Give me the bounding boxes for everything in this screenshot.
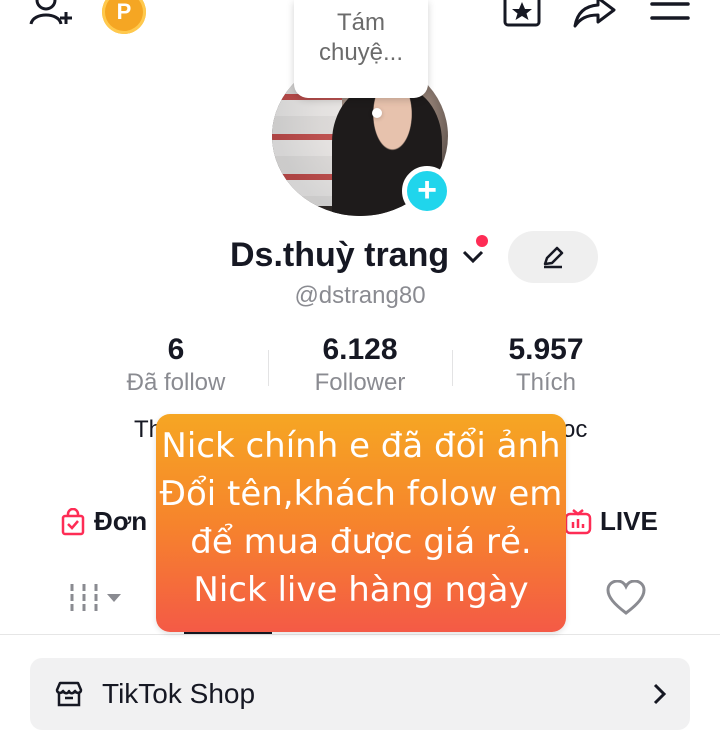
notification-dot (476, 235, 488, 247)
pencil-icon (543, 246, 564, 269)
stat-followers[interactable]: 6.128 Follower (270, 332, 450, 398)
stat-followers-value: 6.128 (322, 333, 398, 366)
edit-profile-button[interactable] (508, 231, 598, 283)
person-plus-icon[interactable] (28, 0, 76, 30)
stat-following-label: Đã follow (126, 369, 226, 396)
note-bubble[interactable]: Tám chuyệ... (294, 0, 428, 98)
share-arrow-icon[interactable] (572, 0, 618, 28)
note-bubble-line-1: Tám (337, 9, 385, 36)
caption-overlay-text: Nick chính e đã đổi ảnh Đổi tên,khách fo… (156, 422, 566, 614)
heart-icon (606, 579, 646, 615)
note-bubble-tail (372, 108, 382, 118)
tiktok-shop-label: TikTok Shop (102, 678, 256, 709)
stat-divider (268, 350, 269, 386)
live-label: LIVE (600, 506, 658, 536)
stat-following-value: 6 (167, 333, 185, 366)
stat-followers-label: Follower (314, 369, 406, 396)
hamburger-menu-icon[interactable] (650, 0, 690, 24)
tab-liked[interactable] (606, 579, 646, 621)
chevron-right-icon (653, 683, 667, 705)
profile-handle: @dstrang80 (294, 282, 426, 309)
caret-down-icon (107, 594, 121, 602)
chevron-down-icon[interactable] (461, 249, 485, 265)
caption-line: Đổi tên,khách folow em (159, 474, 563, 514)
stat-likes[interactable]: 5.957 Thích (456, 332, 636, 398)
stat-likes-value: 5.957 (508, 333, 584, 366)
caption-line: để mua được giá rẻ. (190, 522, 532, 562)
caption-line: Nick live hàng ngày (193, 570, 529, 610)
stat-following[interactable]: 6 Đã follow (86, 332, 266, 398)
tiktok-shop-row[interactable]: TikTok Shop (30, 658, 690, 730)
live-tv-icon (564, 508, 592, 534)
caption-line: Nick chính e đã đổi ảnh (161, 426, 561, 466)
profile-name-text: Ds.thuỳ trang (230, 236, 450, 274)
shopping-bag-icon (61, 507, 85, 535)
stat-likes-label: Thích (515, 369, 577, 396)
coin-icon[interactable]: P (102, 0, 146, 34)
stat-divider (452, 350, 453, 386)
tab-videos[interactable] (68, 582, 122, 614)
live-link[interactable]: LIVE (564, 506, 658, 537)
star-box-icon[interactable] (502, 0, 542, 28)
add-story-plus-icon[interactable]: + (402, 166, 452, 216)
grid-icon (70, 584, 98, 612)
note-bubble-line-2: chuyệ... (318, 39, 404, 66)
profile-name[interactable]: Ds.thuỳ trang (230, 236, 485, 275)
shop-icon (55, 681, 83, 707)
tabs-separator (0, 634, 720, 635)
